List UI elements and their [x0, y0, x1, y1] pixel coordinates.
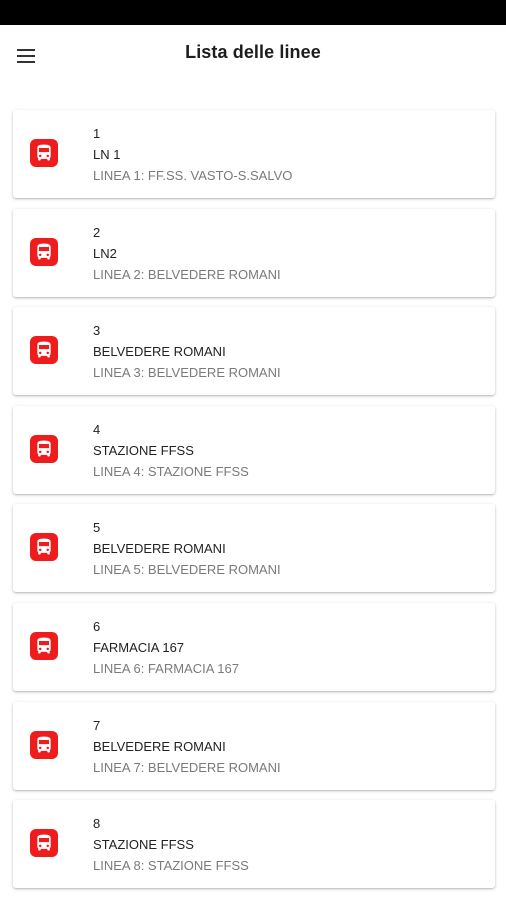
line-text: 3 BELVEDERE ROMANI LINEA 3: BELVEDERE RO…: [93, 321, 485, 383]
line-number: 2: [93, 224, 101, 240]
line-number: 5: [93, 520, 101, 536]
app-bar: Lista delle linee: [0, 25, 506, 83]
line-text: 7 BELVEDERE ROMANI LINEA 7: BELVEDERE RO…: [93, 716, 485, 778]
line-number: 3: [93, 323, 101, 339]
line-card-3[interactable]: 3 BELVEDERE ROMANI LINEA 3: BELVEDERE RO…: [13, 307, 495, 396]
line-card-6[interactable]: 6 FARMACIA 167 LINEA 6: FARMACIA 167: [13, 602, 495, 691]
lines-list: 1 LN 1 LINEA 1: FF.SS. VASTO-S.SALVO 2 L…: [13, 110, 495, 899]
bus-icon: [30, 139, 58, 167]
line-description: LINEA 6: FARMACIA 167: [93, 660, 239, 676]
line-number: 7: [93, 717, 101, 733]
line-name: LN2: [93, 245, 117, 261]
line-name: BELVEDERE ROMANI: [93, 344, 226, 360]
bus-icon: [30, 730, 58, 759]
line-text: 6 FARMACIA 167 LINEA 6: FARMACIA 167: [93, 617, 485, 679]
line-text: 1 LN 1 LINEA 1: FF.SS. VASTO-S.SALVO: [93, 124, 485, 186]
bus-icon: [30, 336, 58, 365]
bus-icon: [30, 237, 58, 266]
line-description: LINEA 2: BELVEDERE ROMANI: [93, 266, 281, 282]
line-name: STAZIONE FFSS: [93, 442, 194, 458]
line-name: STAZIONE FFSS: [93, 837, 194, 853]
line-name: LN 1: [93, 147, 121, 162]
line-text: 5 BELVEDERE ROMANI LINEA 5: BELVEDERE RO…: [93, 518, 485, 580]
line-name: FARMACIA 167: [93, 639, 185, 655]
line-name: BELVEDERE ROMANI: [93, 541, 226, 557]
line-card-4[interactable]: 4 STAZIONE FFSS LINEA 4: STAZIONE FFSS: [13, 405, 495, 494]
page-title: Lista delle linee: [185, 42, 321, 62]
line-description: LINEA 1: FF.SS. VASTO-S.SALVO: [93, 168, 293, 183]
line-card-8[interactable]: 8 STAZIONE FFSS LINEA 8: STAZIONE FFSS: [13, 800, 495, 889]
line-description: LINEA 8: STAZIONE FFSS: [93, 858, 249, 874]
line-card-1[interactable]: 1 LN 1 LINEA 1: FF.SS. VASTO-S.SALVO: [13, 110, 495, 198]
line-text: 4 STAZIONE FFSS LINEA 4: STAZIONE FFSS: [93, 420, 485, 482]
line-description: LINEA 3: BELVEDERE ROMANI: [93, 365, 281, 381]
line-card-5[interactable]: 5 BELVEDERE ROMANI LINEA 5: BELVEDERE RO…: [13, 504, 495, 593]
line-card-2[interactable]: 2 LN2 LINEA 2: BELVEDERE ROMANI: [13, 208, 495, 297]
bus-icon: [30, 434, 58, 463]
line-description: LINEA 7: BELVEDERE ROMANI: [93, 759, 281, 775]
bus-icon: [30, 829, 58, 858]
line-number: 4: [93, 421, 101, 437]
line-number: 6: [93, 618, 101, 634]
bus-icon: [30, 533, 58, 562]
line-text: 8 STAZIONE FFSS LINEA 8: STAZIONE FFSS: [93, 814, 485, 876]
line-card-7[interactable]: 7 BELVEDERE ROMANI LINEA 7: BELVEDERE RO…: [13, 701, 495, 790]
line-number: 1: [93, 126, 101, 141]
line-number: 8: [93, 816, 101, 832]
line-name: BELVEDERE ROMANI: [93, 738, 226, 754]
line-description: LINEA 5: BELVEDERE ROMANI: [93, 562, 281, 578]
bus-icon: [30, 631, 58, 660]
line-description: LINEA 4: STAZIONE FFSS: [93, 463, 249, 479]
line-text: 2 LN2 LINEA 2: BELVEDERE ROMANI: [93, 223, 485, 285]
status-bar: [0, 0, 506, 25]
